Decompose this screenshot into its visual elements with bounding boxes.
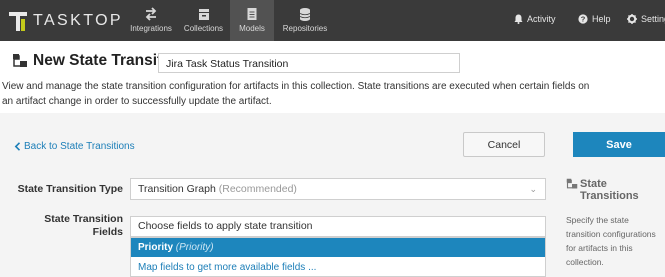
activity-label: Activity [527,14,556,24]
settings-label: Settings [641,14,665,24]
help-text: Specify the state transition configurati… [566,215,656,267]
fields-label-line2: Fields [92,226,123,238]
svg-text:?: ? [581,15,586,24]
option-label: Priority [138,242,174,253]
state-transition-icon [13,54,27,67]
help-title-line2: Transitions [580,190,639,202]
save-button[interactable]: Save [573,132,665,157]
map-fields-link[interactable]: Map fields to get more available fields … [131,258,545,277]
help-label: Help [592,14,611,24]
tasktop-logo[interactable]: TASKTOP [9,9,123,33]
database-icon [299,8,311,21]
type-select-value: Transition Graph [138,183,216,195]
state-transition-type-select[interactable]: Transition Graph (Recommended) ⌄ [130,178,546,200]
logo-mark-icon [9,10,29,32]
dropdown-caret-icon: ⌄ [529,184,537,194]
state-transition-name-input[interactable]: Jira Task Status Transition [158,53,460,73]
help-title: State Transitions [580,178,639,202]
help-link[interactable]: ? Help [578,14,611,24]
state-transition-fields-label: State Transition Fields [0,213,123,239]
state-transition-icon [566,178,578,189]
collection-icon [198,9,209,20]
state-transition-type-label: State Transition Type [17,183,123,195]
page-description: View and manage the state transition con… [2,81,590,107]
help-title-line1: State [580,178,607,190]
dropdown-option-priority[interactable]: Priority (Priority) [131,238,545,257]
state-transition-fields-input[interactable]: Choose fields to apply state transition [130,216,546,237]
top-nav-bar: TASKTOP Integrations Collections Models … [0,0,665,41]
nav-tab-integrations[interactable]: Integrations [128,0,174,41]
fields-dropdown: Priority (Priority) Map fields to get mo… [130,237,546,277]
fields-label-line1: State Transition [44,213,123,225]
document-icon [247,8,257,20]
nav-tab-label: Integrations [130,24,172,33]
nav-tab-repositories[interactable]: Repositories [277,0,333,41]
option-sub: (Priority) [175,242,214,253]
nav-tab-label: Models [239,24,265,33]
nav-tab-label: Repositories [282,24,328,33]
arrows-icon [145,7,157,21]
bell-icon [514,14,523,24]
help-circle-icon: ? [578,14,588,24]
logo-text: TASKTOP [33,12,124,29]
nav-tab-models[interactable]: Models [230,0,274,41]
nav-tab-label: Collections [183,24,224,33]
back-to-state-transitions-link[interactable]: Back to State Transitions [14,141,135,152]
settings-link[interactable]: Settings [627,14,665,24]
activity-link[interactable]: Activity [514,14,556,24]
nav-tab-collections[interactable]: Collections [177,0,230,41]
chevron-left-icon [14,142,21,151]
cancel-button[interactable]: Cancel [463,132,545,157]
type-select-hint: (Recommended) [218,183,297,195]
gear-icon [627,14,637,24]
back-link-label: Back to State Transitions [24,141,135,152]
